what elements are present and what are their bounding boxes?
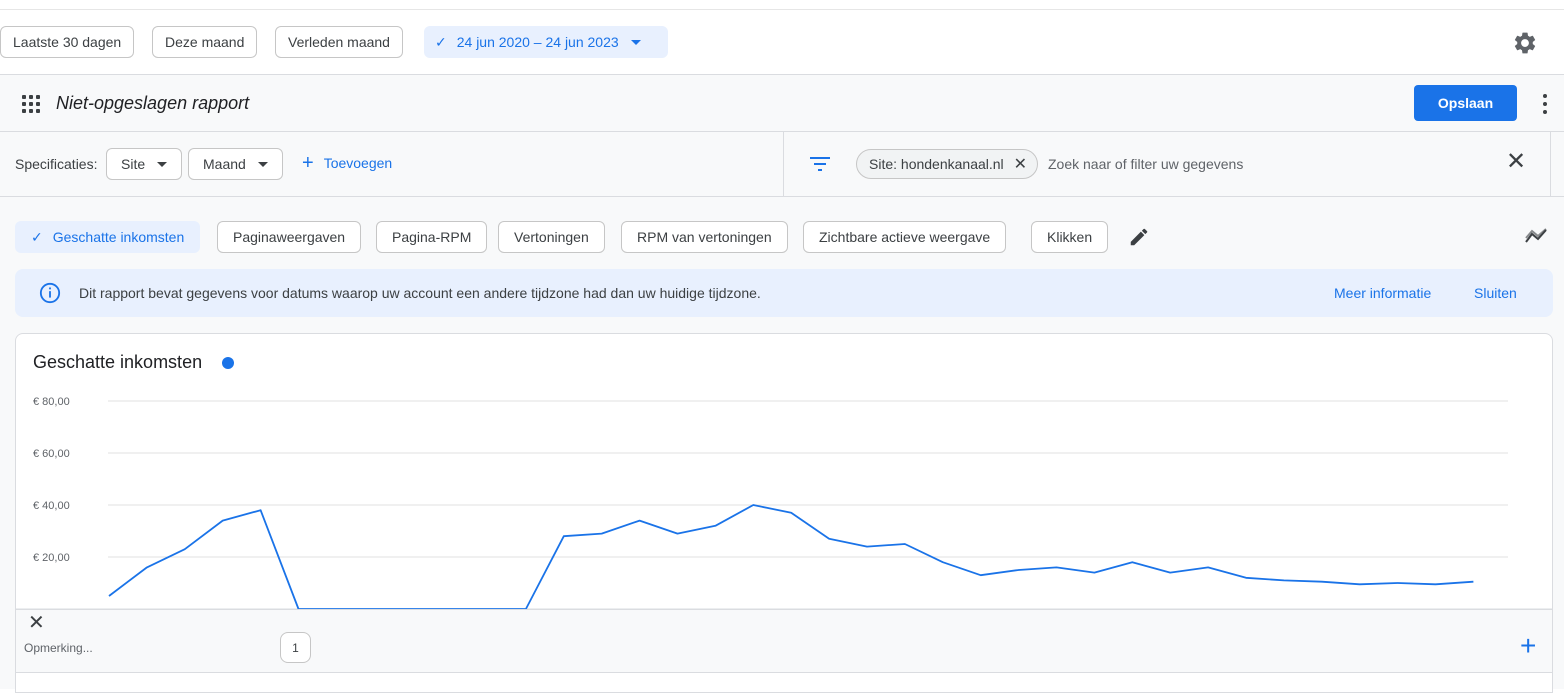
filter-chip-site[interactable]: Site: hondenkanaal.nl ✕ — [856, 149, 1039, 179]
info-icon — [39, 282, 61, 304]
plus-icon: + — [302, 152, 314, 174]
preset-last-month[interactable]: Verleden maand — [275, 26, 403, 58]
filter-chip-label: Site: hondenkanaal.nl — [869, 156, 1004, 172]
dropdown-label: Maand — [203, 156, 246, 172]
y-tick-label: € 60,00 — [33, 448, 70, 460]
chart-type-trend-icon[interactable] — [1524, 227, 1548, 245]
preset-last-30-days[interactable]: Laatste 30 dagen — [0, 26, 135, 58]
report-content: ✓ Geschatte inkomsten Paginaweergaven Pa… — [0, 197, 1564, 693]
dropdown-arrow-icon — [157, 161, 168, 167]
dimensions-label: Specificaties: — [15, 156, 98, 172]
info-message: Dit rapport bevat gegevens voor datums w… — [79, 285, 761, 301]
add-dimension-button[interactable]: + Toevoegen — [302, 152, 393, 174]
dimension-dropdown-site[interactable]: Site — [106, 148, 183, 180]
report-header: Niet-opgeslagen rapport Opslaan — [0, 75, 1564, 132]
report-title[interactable]: Niet-opgeslagen rapport — [56, 93, 249, 114]
more-vert-icon[interactable] — [1539, 93, 1551, 115]
check-icon: ✓ — [435, 33, 447, 50]
dimensions-filter-bar: Specificaties: Site Maand + Toevoegen Si… — [0, 132, 1564, 197]
metric-chip-page-rpm[interactable]: Pagina-RPM — [376, 221, 488, 253]
metric-label: Geschatte inkomsten — [52, 229, 185, 245]
chart-card: Geschatte inkomsten € 80,00 € 60,00 € 40,0… — [15, 333, 1553, 693]
clear-filters-icon[interactable]: ✕ — [1506, 150, 1526, 174]
y-tick-label: € 80,00 — [33, 396, 70, 408]
metric-chip-estimated-earnings[interactable]: ✓ Geschatte inkomsten — [15, 221, 201, 253]
metric-chip-clicks[interactable]: Klikken — [1031, 221, 1109, 253]
close-annotations-icon[interactable]: ✕ — [28, 612, 45, 634]
filter-icon[interactable] — [810, 156, 830, 172]
remove-filter-icon[interactable]: ✕ — [1014, 154, 1027, 174]
divider — [783, 132, 784, 197]
dimension-dropdown-month[interactable]: Maand — [188, 148, 283, 180]
annotations-label: Opmerking... — [24, 641, 93, 655]
date-range-bar: Laatste 30 dagen Deze maand Verleden maa… — [0, 10, 1564, 75]
check-icon: ✓ — [31, 228, 43, 245]
date-range-label: 24 jun 2020 – 24 jun 2023 — [456, 34, 619, 50]
dismiss-banner-link[interactable]: Sluiten — [1474, 285, 1517, 301]
metric-chip-active-view-viewable[interactable]: Zichtbare actieve weergave — [803, 221, 1007, 253]
dropdown-arrow-icon — [257, 161, 268, 167]
dropdown-label: Site — [121, 156, 146, 172]
filter-search-input[interactable] — [1048, 152, 1468, 176]
more-info-link[interactable]: Meer informatie — [1334, 285, 1431, 301]
dropdown-arrow-icon — [630, 39, 641, 45]
date-range-picker[interactable]: ✓ 24 jun 2020 – 24 jun 2023 — [424, 26, 668, 58]
series-color-dot — [222, 357, 234, 369]
metric-chip-page-views[interactable]: Paginaweergaven — [217, 221, 362, 253]
top-border — [0, 0, 1564, 10]
timezone-info-banner: Dit rapport bevat gegevens voor datums w… — [15, 269, 1553, 317]
preset-this-month[interactable]: Deze maand — [152, 26, 258, 58]
chart-title: Geschatte inkomsten — [33, 352, 203, 372]
save-button[interactable]: Opslaan — [1414, 85, 1517, 121]
metric-chip-impressions[interactable]: Vertoningen — [498, 221, 605, 253]
settings-gear-icon[interactable] — [1512, 30, 1538, 56]
divider — [1550, 132, 1551, 197]
y-tick-label: € 40,00 — [33, 500, 70, 512]
annotations-bar: ✕ Opmerking... 1 + — [16, 609, 1552, 673]
add-annotation-icon[interactable]: + — [1520, 632, 1536, 660]
edit-pencil-icon[interactable] — [1128, 226, 1150, 248]
metric-chip-impression-rpm[interactable]: RPM van vertoningen — [621, 221, 788, 253]
add-label: Toevoegen — [323, 155, 393, 171]
apps-grid-icon[interactable] — [22, 95, 40, 113]
y-tick-label: € 20,00 — [33, 552, 70, 564]
earnings-line-chart: € 80,00€ 60,00€ 40,00€ 20,00202120222023 — [16, 396, 1552, 624]
annotation-marker[interactable]: 1 — [280, 632, 311, 663]
